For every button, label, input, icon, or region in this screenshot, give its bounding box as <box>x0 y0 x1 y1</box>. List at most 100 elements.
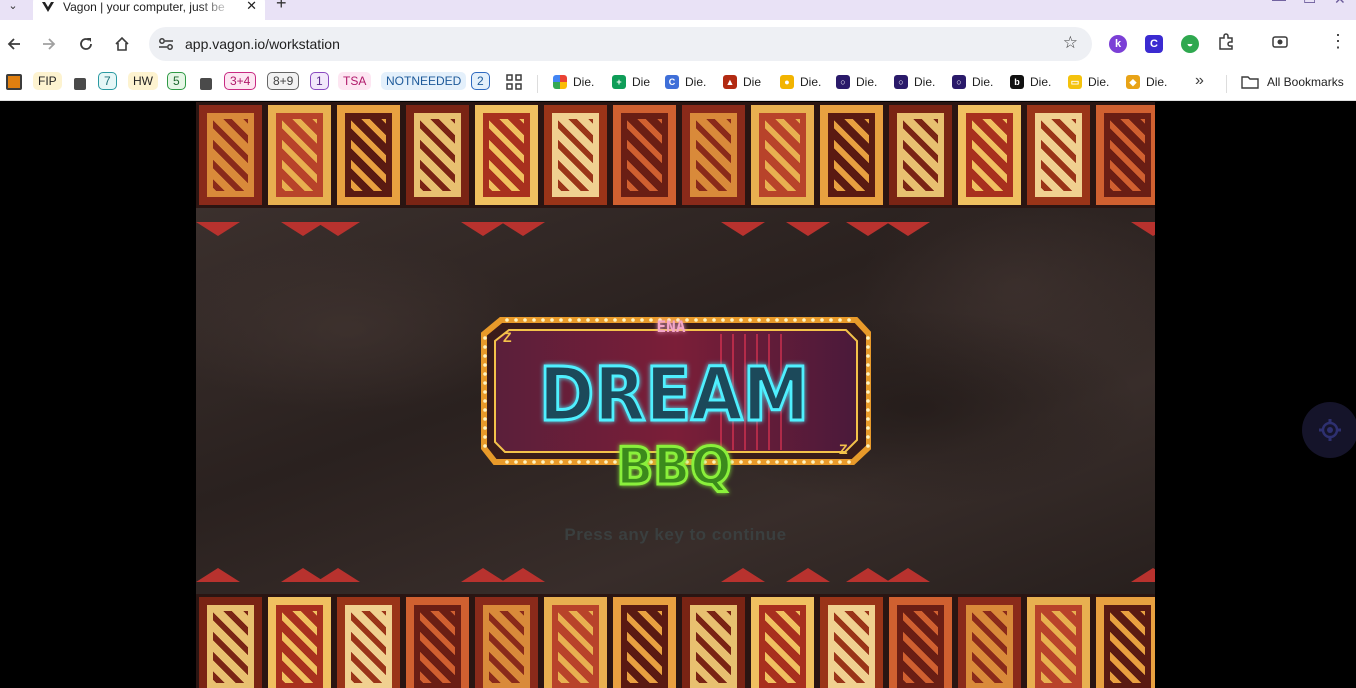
bookmark-link-slides[interactable]: ▭ Die. <box>1068 73 1109 91</box>
marquee-bulb <box>483 435 487 439</box>
trim-triangle <box>886 568 930 582</box>
bookmark-link-b[interactable]: b Die. <box>1010 73 1051 91</box>
bookmark-label: 5 <box>167 72 186 90</box>
bookmark-link-label: Die. <box>685 75 707 89</box>
trim-triangle <box>281 222 325 236</box>
screen-capture-icon[interactable] <box>1271 33 1289 56</box>
grammar-extension-icon[interactable]: ◒ <box>1181 35 1199 53</box>
dream-bbq-logo: Z Z ENA DREAM BBQ <box>481 317 871 497</box>
marquee-bulb <box>847 460 851 464</box>
address-bar[interactable]: app.vagon.io/workstation ☆ <box>149 27 1092 61</box>
extensions-icon[interactable] <box>1217 33 1235 56</box>
triangle-border-bottom <box>196 568 1155 582</box>
pattern-tile <box>679 102 748 208</box>
bookmark-1[interactable]: 1 <box>310 72 329 90</box>
bookmark-link-classroom[interactable]: ● Die. <box>780 73 821 91</box>
divider <box>537 75 538 93</box>
marquee-bulb <box>775 460 779 464</box>
folder-icon <box>1241 75 1259 89</box>
reload-icon[interactable] <box>74 32 98 56</box>
bookmark-5[interactable]: 5 <box>167 72 186 90</box>
c-extension-icon[interactable]: C <box>1145 35 1163 53</box>
circle-icon: ○ <box>952 75 966 89</box>
marquee-bulb <box>775 318 779 322</box>
bookmark-8plus9[interactable]: 8+9 <box>267 72 300 90</box>
press-key-prompt: Press any key to continue <box>564 525 787 544</box>
window-close-icon[interactable]: ✕ <box>1334 0 1346 8</box>
marquee-bulb <box>532 318 536 322</box>
star-icon[interactable]: ☆ <box>1063 33 1078 53</box>
pattern-tile <box>334 594 403 688</box>
bookmark-link-photos[interactable]: Die. <box>553 73 594 91</box>
k-extension-icon[interactable]: k <box>1109 35 1127 53</box>
all-bookmarks-label: All Bookmarks <box>1267 75 1344 89</box>
pattern-tile <box>265 102 334 208</box>
apps-grid-icon[interactable] <box>506 73 522 91</box>
tab-search-icon[interactable]: ⌄ <box>2 0 24 16</box>
bookmark-link-circle[interactable]: ○ Die. <box>836 73 877 91</box>
minimize-icon[interactable]: — <box>1272 0 1286 7</box>
site-settings-icon[interactable] <box>157 35 175 53</box>
tab-vagon[interactable]: Vagon | your computer, just be ✕ <box>33 0 265 20</box>
home-icon[interactable] <box>110 32 134 56</box>
bookmark-link-c[interactable]: C Die. <box>665 73 706 91</box>
bookmark-link-shield[interactable]: ◆ Die. <box>1126 73 1167 91</box>
marquee-bulb <box>784 318 788 322</box>
bookmark-notneeded[interactable]: NOTNEEDED <box>381 72 467 90</box>
marquee-bulb <box>631 318 635 322</box>
bookmark-label: TSA <box>338 72 372 90</box>
b-icon: b <box>1010 75 1024 89</box>
marquee-bulb <box>820 318 824 322</box>
marquee-bulb <box>541 318 545 322</box>
marquee-bulb <box>550 460 554 464</box>
bookmark-fip[interactable]: FIP <box>33 72 62 90</box>
bookmark-2[interactable]: 2 <box>471 72 490 90</box>
marquee-bulb <box>483 426 487 430</box>
back-icon[interactable] <box>2 32 26 56</box>
bookmark-link-label: Die. <box>1030 75 1052 89</box>
pattern-tile <box>679 594 748 688</box>
marquee-bulb <box>757 460 761 464</box>
bookmark-link-circle[interactable]: ○ Die. <box>952 73 993 91</box>
marquee-bulb <box>739 318 743 322</box>
forward-icon[interactable] <box>37 32 61 56</box>
menu-icon[interactable]: ⋮ <box>1329 31 1347 52</box>
marquee-bulb <box>866 354 870 358</box>
bookmark-link-sheets[interactable]: + Die <box>612 73 650 91</box>
marquee-bulb <box>604 318 608 322</box>
marquee-bulb <box>838 460 842 464</box>
marquee-bulb <box>483 399 487 403</box>
game-viewport[interactable]: Z Z ENA DREAM BBQ Press any key to conti… <box>196 102 1155 688</box>
pattern-tile <box>541 594 610 688</box>
pattern-tile <box>748 102 817 208</box>
marquee-bulb <box>577 318 581 322</box>
trim-triangle <box>501 222 545 236</box>
bookmark-square-icon[interactable] <box>200 75 212 93</box>
all-bookmarks[interactable]: All Bookmarks <box>1241 73 1344 91</box>
bookmark-3plus4[interactable]: 3+4 <box>224 72 257 90</box>
bookmark-tsa[interactable]: TSA <box>338 72 372 90</box>
bookmark-square-icon[interactable] <box>74 75 86 93</box>
maximize-icon[interactable]: ▭ <box>1303 0 1316 8</box>
bookmark-7[interactable]: 7 <box>98 72 117 90</box>
bookmark-link-game[interactable]: ▲ Die <box>723 73 761 91</box>
marquee-bulb <box>640 318 644 322</box>
bookmark-label: NOTNEEDED <box>381 72 467 90</box>
bookmark-label: 3+4 <box>224 72 257 90</box>
bookmark-hw[interactable]: HW <box>128 72 158 90</box>
marquee-bulb <box>866 444 870 448</box>
marquee-bulb <box>793 460 797 464</box>
marquee-bulb <box>866 363 870 367</box>
trim-triangle <box>786 568 830 582</box>
marquee-bulb <box>514 318 518 322</box>
new-tab-button[interactable]: + <box>276 0 287 14</box>
vagon-settings-button[interactable] <box>1302 402 1356 458</box>
marquee-bulb <box>866 435 870 439</box>
toolbar: app.vagon.io/workstation ☆ k C ◒ ⋮ <box>0 20 1356 68</box>
bookmark-link-circle[interactable]: ○ Die. <box>894 73 935 91</box>
bookmark-folder-icon[interactable] <box>6 73 22 91</box>
more-bookmarks-icon[interactable]: » <box>1195 72 1204 90</box>
marquee-bulb <box>505 460 509 464</box>
close-icon[interactable]: ✕ <box>246 0 257 14</box>
marquee-bulb <box>748 318 752 322</box>
